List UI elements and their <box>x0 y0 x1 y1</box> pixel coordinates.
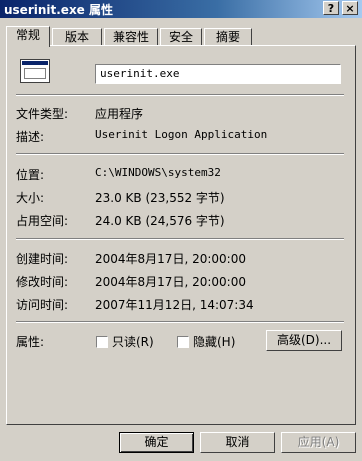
cancel-button[interactable]: 取消 <box>200 432 275 453</box>
description-value: Userinit Logon Application <box>95 128 268 141</box>
window-title: userinit.exe 属性 <box>4 3 114 17</box>
title-bar: userinit.exe 属性 ? × <box>0 0 362 18</box>
tab-version[interactable]: 版本 <box>52 28 102 46</box>
general-panel <box>6 45 356 425</box>
help-button[interactable]: ? <box>323 1 339 15</box>
attributes-label: 属性: <box>16 335 45 349</box>
size-value: 23.0 KB (23,552 字节) <box>95 191 225 205</box>
type-label: 文件类型: <box>16 107 69 121</box>
tab-compatibility[interactable]: 兼容性 <box>104 28 158 46</box>
separator <box>16 321 344 323</box>
advanced-button[interactable]: 高级(D)... <box>266 330 342 351</box>
modified-label: 修改时间: <box>16 275 69 289</box>
hidden-label[interactable]: 隐藏(H) <box>193 333 235 350</box>
accessed-label: 访问时间: <box>16 298 69 312</box>
accessed-value: 2007年11月12日, 14:07:34 <box>95 298 254 312</box>
location-label: 位置: <box>16 168 45 182</box>
ok-button[interactable]: 确定 <box>119 432 194 453</box>
close-button[interactable]: × <box>342 1 358 15</box>
disk-size-label: 占用空间: <box>16 214 69 228</box>
description-label: 描述: <box>16 130 45 144</box>
created-value: 2004年8月17日, 20:00:00 <box>95 252 246 266</box>
tab-security[interactable]: 安全 <box>160 28 202 46</box>
application-icon <box>20 59 50 83</box>
modified-value: 2004年8月17日, 20:00:00 <box>95 275 246 289</box>
separator <box>16 238 344 240</box>
size-label: 大小: <box>16 191 45 205</box>
filename-field[interactable]: userinit.exe <box>95 64 341 84</box>
created-label: 创建时间: <box>16 252 69 266</box>
readonly-checkbox[interactable] <box>96 336 108 348</box>
tab-general[interactable]: 常规 <box>6 26 50 47</box>
tab-summary[interactable]: 摘要 <box>204 28 252 46</box>
location-value: C:\WINDOWS\system32 <box>95 166 221 179</box>
separator <box>16 94 344 96</box>
disk-size-value: 24.0 KB (24,576 字节) <box>95 214 225 228</box>
separator <box>16 153 344 155</box>
type-value: 应用程序 <box>95 107 144 121</box>
apply-button[interactable]: 应用(A) <box>281 432 356 453</box>
hidden-checkbox[interactable] <box>177 336 189 348</box>
readonly-label[interactable]: 只读(R) <box>112 333 154 350</box>
